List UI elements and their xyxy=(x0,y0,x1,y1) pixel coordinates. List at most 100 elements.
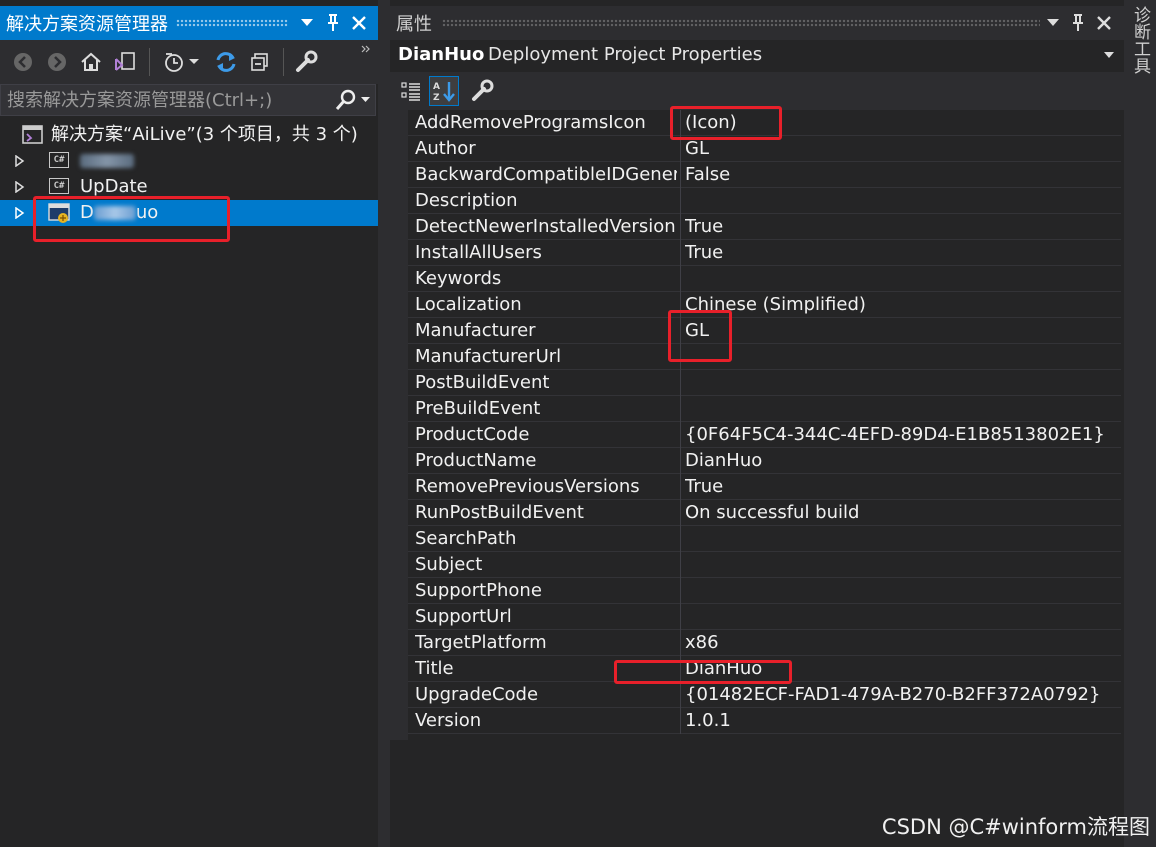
column-divider[interactable] xyxy=(680,292,681,318)
window-position-dropdown-icon[interactable] xyxy=(1042,11,1064,35)
property-value[interactable]: GL xyxy=(685,136,1121,161)
property-row[interactable]: Author GL xyxy=(408,136,1121,162)
collapse-all-icon[interactable] xyxy=(246,48,274,76)
column-divider[interactable] xyxy=(680,396,681,422)
property-row[interactable]: Keywords xyxy=(408,266,1121,292)
property-row[interactable]: BackwardCompatibleIDGenera False xyxy=(408,162,1121,188)
search-input[interactable] xyxy=(7,87,327,113)
property-value[interactable]: True xyxy=(685,240,1121,265)
property-row[interactable]: DetectNewerInstalledVersion True xyxy=(408,214,1121,240)
column-divider[interactable] xyxy=(680,604,681,630)
expand-arrow-icon[interactable] xyxy=(14,207,26,219)
window-position-dropdown-icon[interactable] xyxy=(296,11,318,35)
column-divider[interactable] xyxy=(680,500,681,526)
home-icon[interactable] xyxy=(77,48,105,76)
solution-node[interactable]: 解决方案“AiLive”(3 个项目，共 3 个) xyxy=(0,122,378,148)
column-divider[interactable] xyxy=(680,162,681,188)
column-divider[interactable] xyxy=(680,474,681,500)
column-divider[interactable] xyxy=(680,656,681,682)
close-icon[interactable] xyxy=(348,11,370,35)
expand-arrow-icon[interactable] xyxy=(14,155,26,167)
property-pages-wrench-icon[interactable] xyxy=(468,76,498,106)
property-value[interactable]: {01482ECF-FAD1-479A-B270-B2FF372A0792} xyxy=(685,682,1121,707)
property-row[interactable]: InstallAllUsers True xyxy=(408,240,1121,266)
object-selector-dropdown-icon[interactable] xyxy=(1104,52,1114,58)
property-value[interactable]: On successful build xyxy=(685,500,1121,525)
column-divider[interactable] xyxy=(680,682,681,708)
property-row[interactable]: Manufacturer GL xyxy=(408,318,1121,344)
column-divider[interactable] xyxy=(680,240,681,266)
property-value[interactable]: x86 xyxy=(685,630,1121,655)
property-row[interactable]: RunPostBuildEvent On successful build xyxy=(408,500,1121,526)
column-divider[interactable] xyxy=(680,188,681,214)
property-row[interactable]: Version 1.0.1 xyxy=(408,708,1121,734)
sync-icon[interactable] xyxy=(212,48,240,76)
forward-icon[interactable] xyxy=(43,48,71,76)
drag-grip[interactable] xyxy=(442,19,1040,27)
property-row[interactable]: ProductCode {0F64F5C4-344C-4EFD-89D4-E1B8… xyxy=(408,422,1121,448)
project-node[interactable]: C# UpDate xyxy=(0,174,378,200)
property-row[interactable]: Subject xyxy=(408,552,1121,578)
property-row[interactable]: Description xyxy=(408,188,1121,214)
property-row[interactable]: Localization Chinese (Simplified) xyxy=(408,292,1121,318)
close-icon[interactable] xyxy=(1093,11,1115,35)
column-divider[interactable] xyxy=(680,214,681,240)
property-value[interactable]: Chinese (Simplified) xyxy=(685,292,1121,317)
property-value[interactable]: DianHuo xyxy=(685,448,1121,473)
diagnostic-tools-tab[interactable]: 诊断工具 xyxy=(1128,6,1152,74)
property-row[interactable]: RemovePreviousVersions True xyxy=(408,474,1121,500)
categorized-icon[interactable] xyxy=(396,76,426,106)
column-divider[interactable] xyxy=(680,552,681,578)
project-node-selected[interactable]: Duo xyxy=(0,200,378,226)
property-row[interactable]: TargetPlatform x86 xyxy=(408,630,1121,656)
column-divider[interactable] xyxy=(680,110,681,136)
project-node[interactable]: C# xyxy=(0,148,378,174)
column-divider[interactable] xyxy=(680,136,681,162)
properties-title-bar[interactable]: 属性 xyxy=(390,6,1124,40)
property-row[interactable]: PreBuildEvent xyxy=(408,396,1121,422)
pin-icon[interactable] xyxy=(1067,11,1089,35)
property-row[interactable]: SupportUrl xyxy=(408,604,1121,630)
alphabetical-sort-icon[interactable]: AZ xyxy=(429,76,459,106)
column-divider[interactable] xyxy=(680,266,681,292)
property-value[interactable]: (Icon) xyxy=(685,110,1121,135)
search-options-dropdown-icon[interactable] xyxy=(361,97,370,103)
filter-dropdown-icon[interactable] xyxy=(186,48,202,76)
property-row[interactable]: SupportPhone xyxy=(408,578,1121,604)
overflow-chevron-icon[interactable] xyxy=(358,42,374,56)
column-divider[interactable] xyxy=(680,370,681,396)
property-row[interactable]: PostBuildEvent xyxy=(408,370,1121,396)
property-row[interactable]: ProductName DianHuo xyxy=(408,448,1121,474)
switch-views-icon[interactable] xyxy=(111,48,139,76)
property-value[interactable]: {0F64F5C4-344C-4EFD-89D4-E1B8513802E1} xyxy=(685,422,1121,447)
property-value[interactable]: GL xyxy=(685,318,1121,343)
property-row[interactable]: Title DianHuo xyxy=(408,656,1121,682)
property-value[interactable]: DianHuo xyxy=(685,656,1121,681)
pin-icon[interactable] xyxy=(322,11,344,35)
property-value[interactable]: 1.0.1 xyxy=(685,708,1121,733)
property-row[interactable]: SearchPath xyxy=(408,526,1121,552)
expand-arrow-icon[interactable] xyxy=(14,181,26,193)
column-divider[interactable] xyxy=(680,578,681,604)
pending-changes-filter-icon[interactable] xyxy=(160,48,188,76)
column-divider[interactable] xyxy=(680,630,681,656)
property-value[interactable]: False xyxy=(685,162,1121,187)
back-icon[interactable] xyxy=(9,48,37,76)
column-divider[interactable] xyxy=(680,318,681,344)
property-value[interactable]: True xyxy=(685,214,1121,239)
property-value[interactable]: True xyxy=(685,474,1121,499)
column-divider[interactable] xyxy=(680,344,681,370)
column-divider[interactable] xyxy=(680,422,681,448)
properties-wrench-icon[interactable] xyxy=(293,48,321,76)
column-divider[interactable] xyxy=(680,526,681,552)
property-row[interactable]: AddRemoveProgramsIcon (Icon) xyxy=(408,110,1121,136)
object-selector[interactable]: DianHuo Deployment Project Properties xyxy=(390,40,1124,72)
property-row[interactable]: ManufacturerUrl xyxy=(408,344,1121,370)
panel-splitter[interactable] xyxy=(378,0,390,847)
solution-explorer-title-bar[interactable]: 解决方案资源管理器 xyxy=(0,6,378,40)
search-icon[interactable] xyxy=(335,89,357,111)
drag-grip[interactable] xyxy=(176,19,288,27)
property-row[interactable]: UpgradeCode {01482ECF-FAD1-479A-B270-B2FF… xyxy=(408,682,1121,708)
column-divider[interactable] xyxy=(680,448,681,474)
column-divider[interactable] xyxy=(680,708,681,734)
